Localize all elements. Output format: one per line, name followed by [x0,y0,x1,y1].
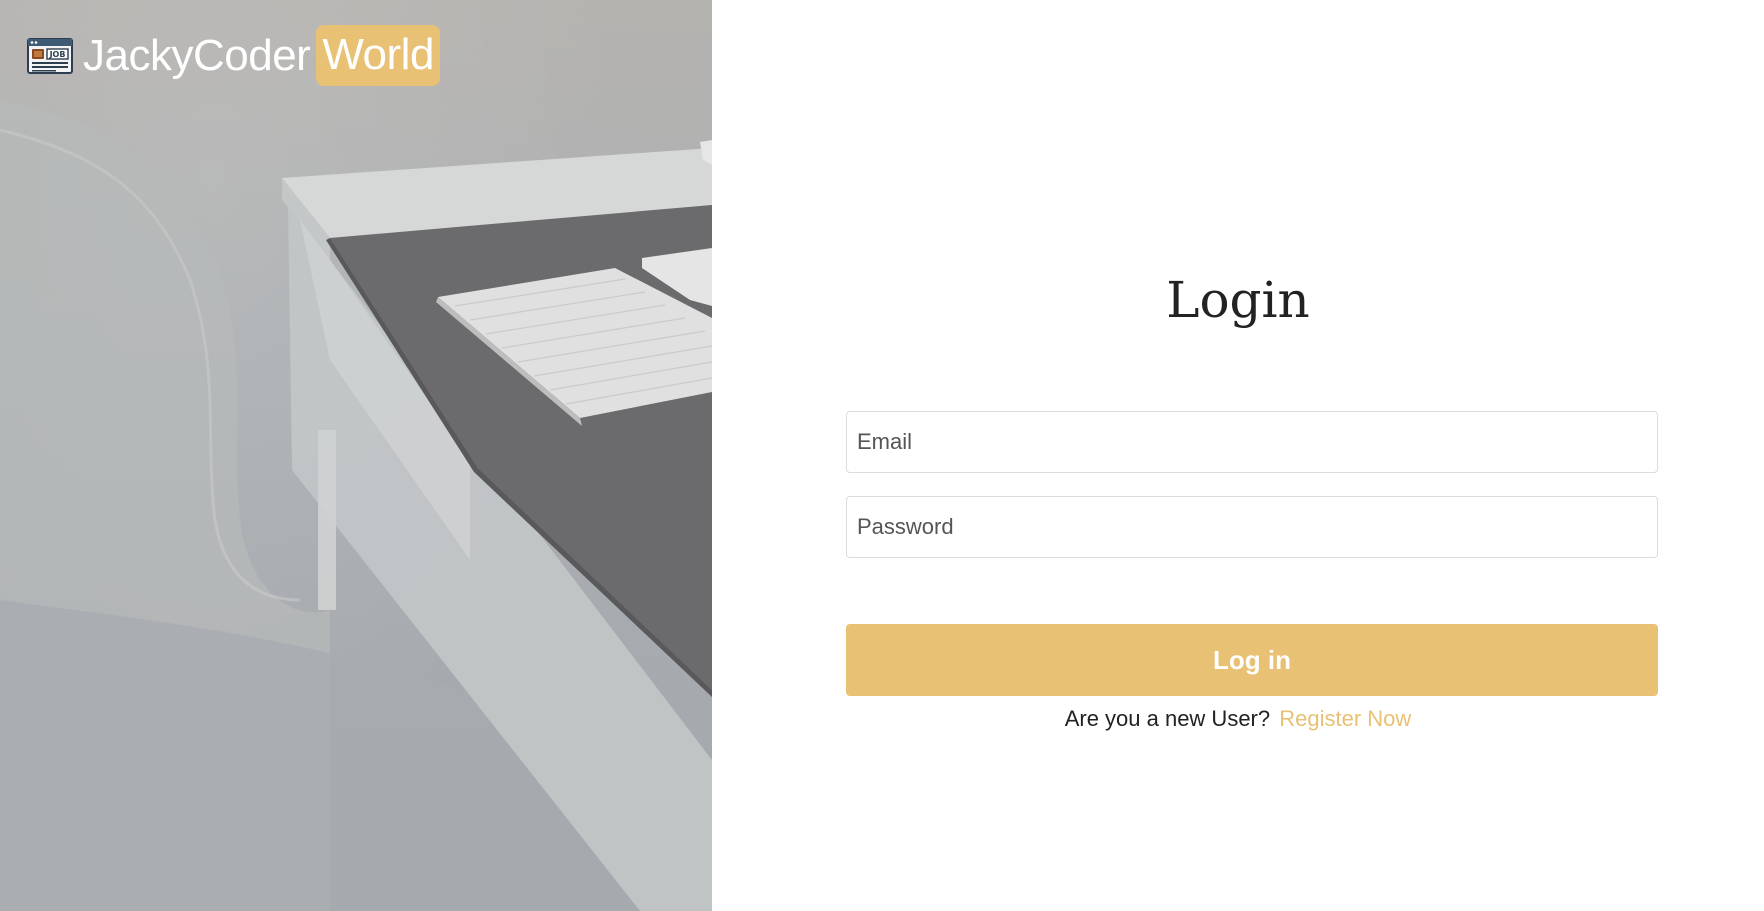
job-board-icon: JOB [27,37,73,74]
password-field[interactable] [846,496,1658,558]
login-panel: Login Log in Are you a new User? Registe… [712,0,1764,911]
brand-accent: World [316,25,440,86]
hero-image-panel: JOB JackyCoder World [0,0,712,911]
svg-text:JOB: JOB [49,50,66,59]
register-link[interactable]: Register Now [1279,706,1411,731]
brand[interactable]: JOB JackyCoder World [27,25,440,86]
brand-name: JackyCoder [83,30,311,80]
register-prompt: Are you a new User? [1064,706,1271,731]
register-row: Are you a new User? Register Now [712,706,1764,732]
email-field[interactable] [846,411,1658,473]
login-button[interactable]: Log in [846,624,1658,696]
login-page: JOB JackyCoder World Login Log in Are yo… [0,0,1764,911]
desk-photo [0,100,712,911]
page-title: Login [1166,271,1310,329]
